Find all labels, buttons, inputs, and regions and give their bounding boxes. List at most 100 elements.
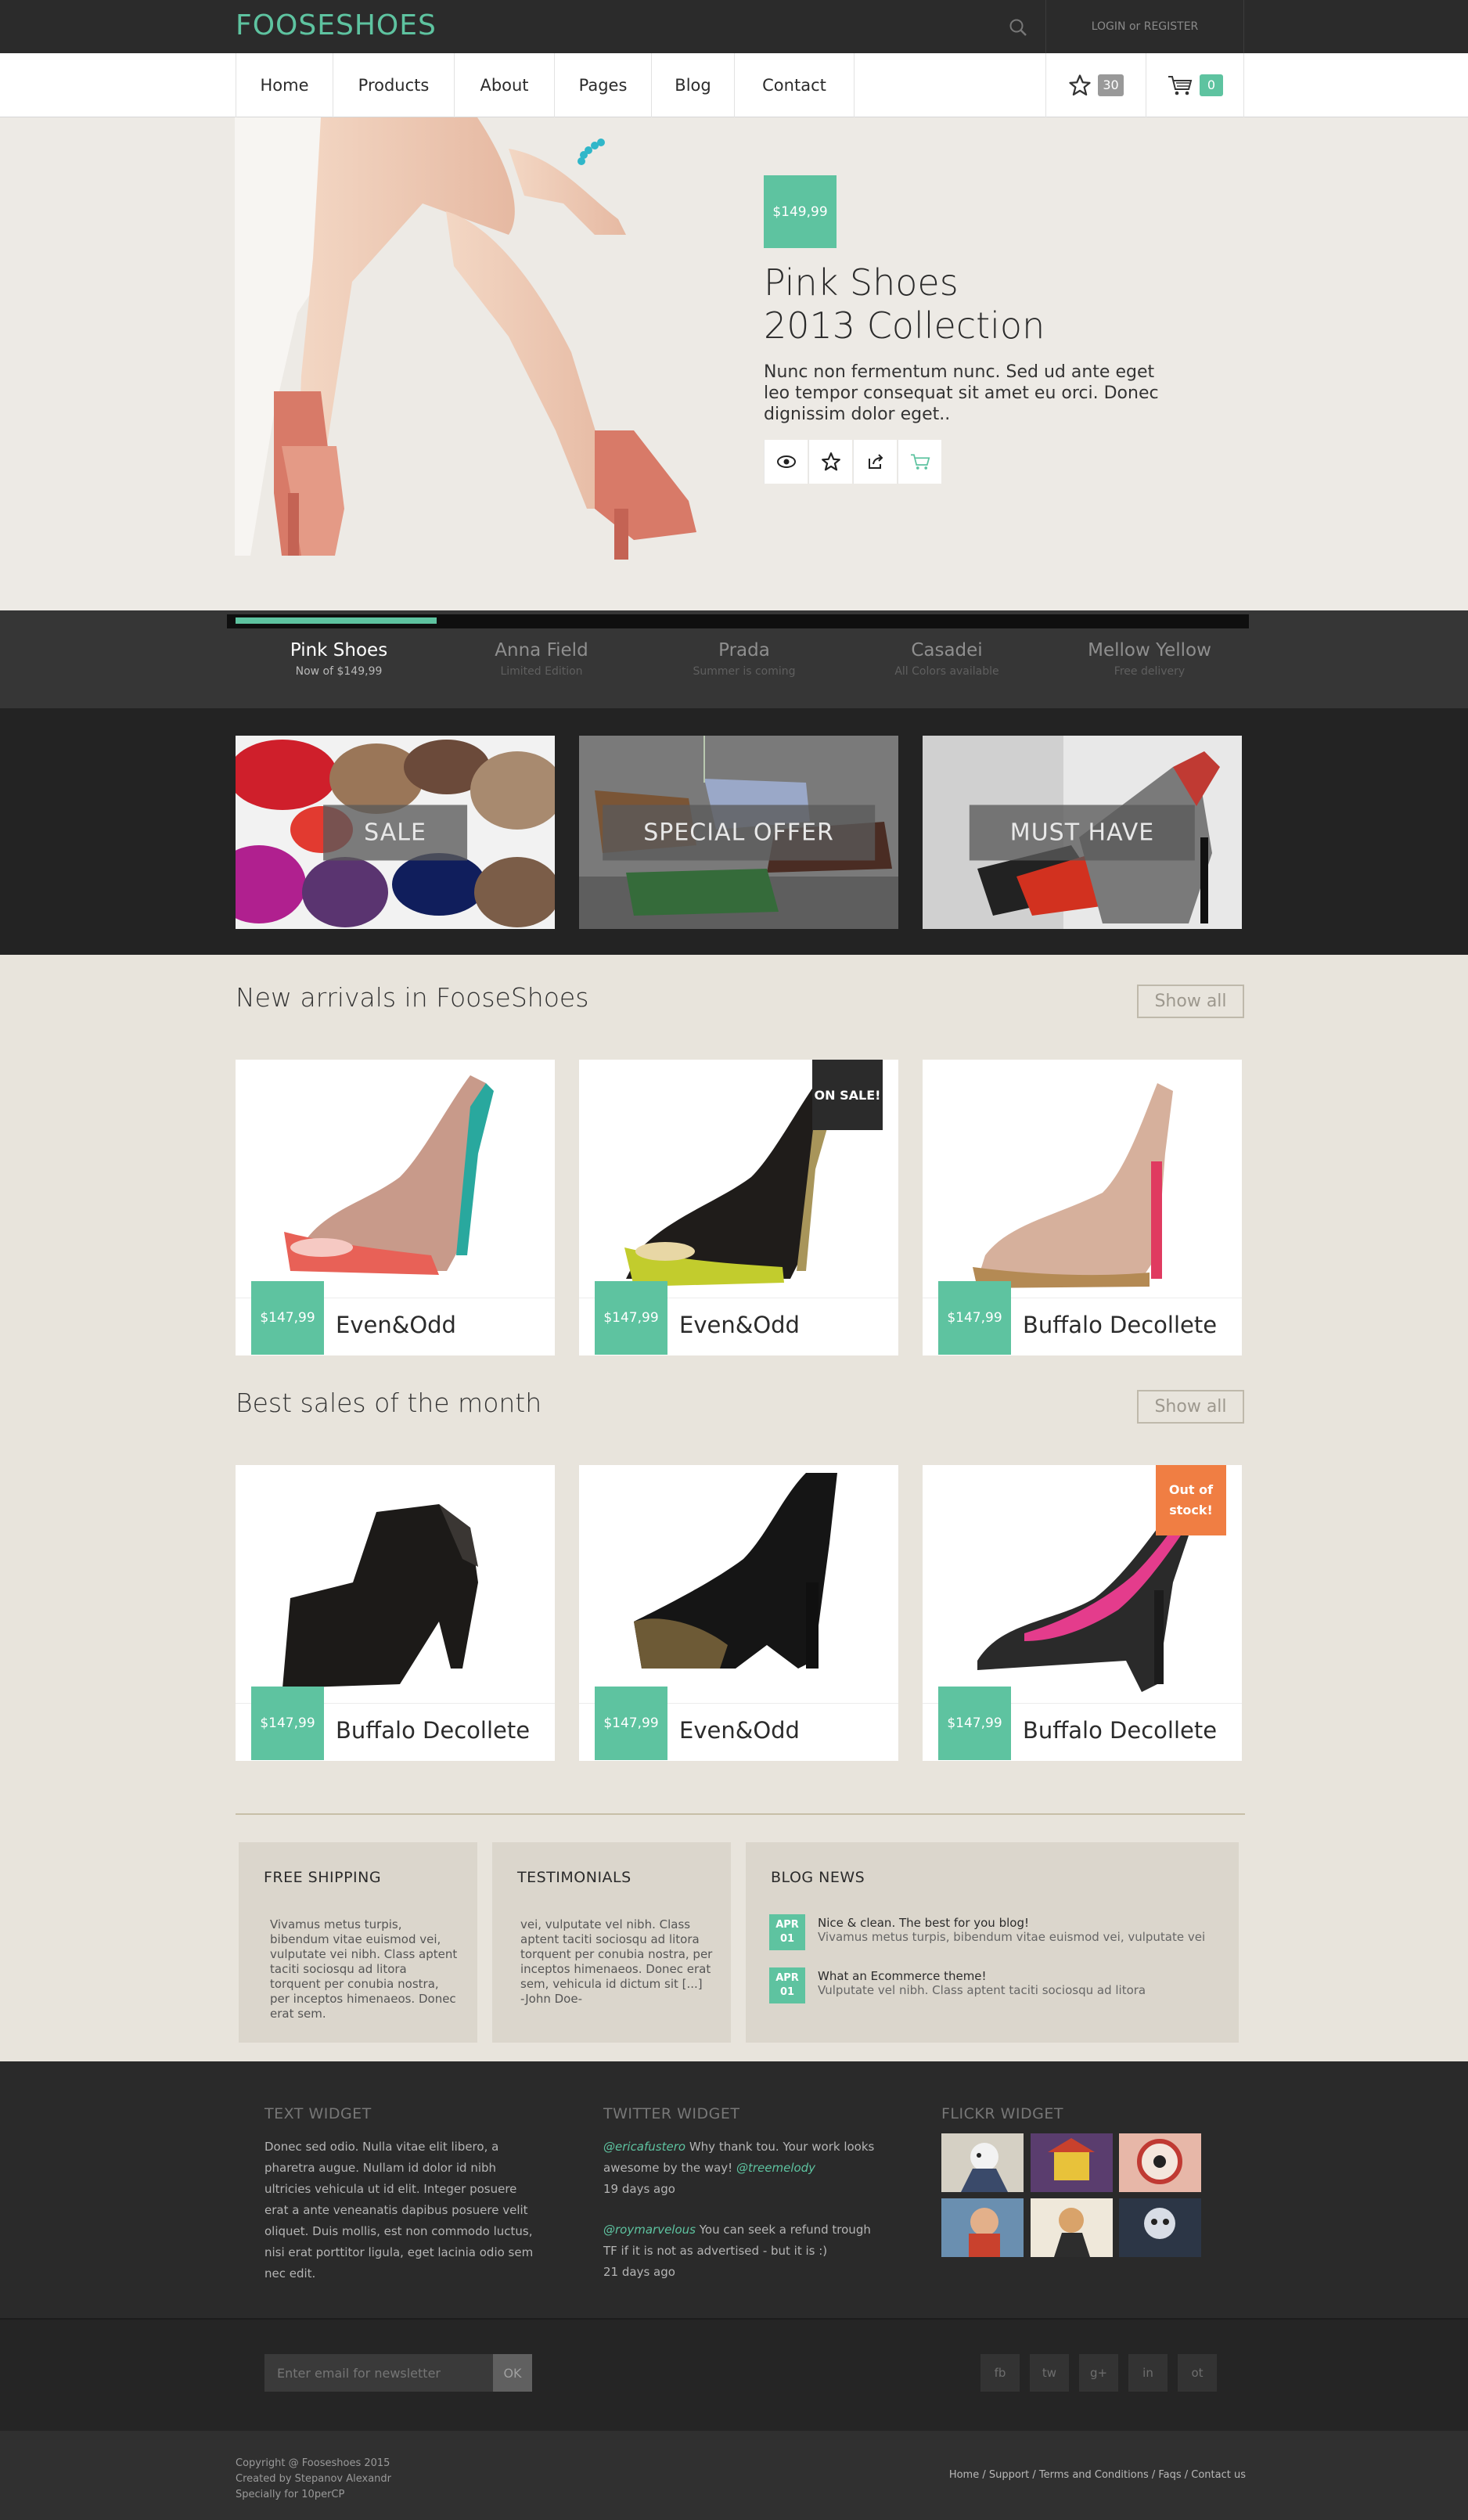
- quick-view-button[interactable]: [764, 440, 808, 484]
- slider-tab-subtitle: All Colors available: [894, 665, 999, 678]
- product-name[interactable]: Even&Odd: [679, 1309, 800, 1341]
- product-card[interactable]: Out of stock! $147,99 Buffalo Decollete: [923, 1465, 1242, 1761]
- newsletter-email-input[interactable]: [264, 2354, 493, 2392]
- blog-news-item[interactable]: APR 01 Nice & clean. The best for you blo…: [769, 1914, 1223, 1953]
- login-register-link[interactable]: LOGIN or REGISTER: [1045, 0, 1244, 53]
- news-date-badge: APR 01: [769, 1914, 805, 1950]
- slider-tab-title: Mellow Yellow: [1088, 640, 1211, 661]
- flickr-thumbnail[interactable]: [1031, 2198, 1113, 2257]
- news-date-badge: APR 01: [769, 1967, 805, 2003]
- copyright-text: Copyright @ Fooseshoes 2015 Created by S…: [236, 2457, 392, 2500]
- blog-news-box: BLOG NEWS APR 01 Nice & clean. The best f…: [746, 1842, 1239, 2043]
- search-icon[interactable]: [1008, 17, 1028, 38]
- flickr-thumbnail[interactable]: [1119, 2198, 1201, 2257]
- product-name[interactable]: Buffalo Decollete: [336, 1715, 530, 1746]
- twitter-link[interactable]: tw: [1030, 2354, 1069, 2392]
- promo-sale[interactable]: SALE: [236, 736, 555, 929]
- flickr-thumbnail[interactable]: [1119, 2133, 1201, 2192]
- slider-tab-subtitle: Summer is coming: [693, 665, 796, 678]
- promo-special-offer[interactable]: SPECIAL OFFER: [579, 736, 898, 929]
- product-image: [973, 1083, 1173, 1288]
- product-card[interactable]: $147,99 Buffalo Decollete: [923, 1060, 1242, 1355]
- news-date-month: APR: [775, 1919, 799, 1931]
- blog-news-item[interactable]: APR 01 What an Ecommerce theme! Vulputate…: [769, 1967, 1223, 2007]
- linkedin-link[interactable]: in: [1128, 2354, 1168, 2392]
- text-widget-title: TEXT WIDGET: [264, 2105, 372, 2122]
- testimonials-text: vei, vulputate vel nibh. Class aptent ta…: [520, 1917, 714, 2007]
- product-name[interactable]: Even&Odd: [679, 1715, 800, 1746]
- best-sales-title: Best sales of the month: [236, 1388, 542, 1418]
- product-info: $147,99 Even&Odd: [579, 1281, 898, 1355]
- newsletter-submit-button[interactable]: OK: [493, 2354, 532, 2392]
- product-card[interactable]: $147,99 Buffalo Decollete: [236, 1465, 555, 1761]
- nav-blog[interactable]: Blog: [651, 53, 734, 117]
- product-card[interactable]: $147,99 Even&Odd: [579, 1465, 898, 1761]
- slider-tab-mellow-yellow[interactable]: Mellow Yellow Free delivery: [1049, 638, 1250, 680]
- tweet-mention-link[interactable]: @treemelody: [736, 2161, 815, 2175]
- best-sales-show-all-button[interactable]: Show all: [1137, 1390, 1244, 1424]
- price-tag: $147,99: [595, 1281, 667, 1355]
- add-to-cart-button[interactable]: [898, 440, 941, 484]
- promo-must-have[interactable]: MUST HAVE: [923, 736, 1242, 929]
- promo-label: SPECIAL OFFER: [603, 805, 875, 860]
- blog-news-title: BLOG NEWS: [771, 1869, 865, 1886]
- wishlist-button[interactable]: 30: [1045, 53, 1146, 117]
- footer-links[interactable]: Home / Support / Terms and Conditions / …: [949, 2469, 1246, 2481]
- nav-about[interactable]: About: [454, 53, 554, 117]
- facebook-link[interactable]: fb: [980, 2354, 1020, 2392]
- nav-pages[interactable]: Pages: [554, 53, 651, 117]
- section-divider: [236, 1813, 1245, 1815]
- flickr-widget-title: FLICKR WIDGET: [941, 2105, 1063, 2122]
- news-excerpt: Vulputate vel nibh. Class aptent taciti …: [818, 1983, 1146, 1997]
- product-image: [282, 1504, 478, 1688]
- slider-tab-casadei[interactable]: Casadei All Colors available: [846, 638, 1048, 680]
- product-card[interactable]: ON SALE! $147,99 Even&Odd: [579, 1060, 898, 1355]
- tweet: @ericafustero Why thank tou. Your work l…: [603, 2137, 885, 2200]
- slider-tab-title: Prada: [718, 640, 770, 661]
- slider-tab-anna-field[interactable]: Anna Field Limited Edition: [441, 638, 642, 680]
- product-card[interactable]: $147,99 Even&Odd: [236, 1060, 555, 1355]
- product-name[interactable]: Buffalo Decollete: [1023, 1715, 1217, 1746]
- slider-tab-prada[interactable]: Prada Summer is coming: [643, 638, 845, 680]
- nav-home[interactable]: Home: [236, 53, 333, 117]
- flickr-thumbnail[interactable]: [1031, 2133, 1113, 2192]
- google-plus-link[interactable]: g+: [1079, 2354, 1118, 2392]
- star-icon: [821, 452, 840, 471]
- slider-tab-subtitle: Limited Edition: [500, 665, 583, 678]
- add-to-wishlist-button[interactable]: [808, 440, 852, 484]
- site-logo[interactable]: FOOSESHOES: [236, 8, 437, 44]
- slider-tab-pink-shoes[interactable]: Pink Shoes Now of $149,99: [238, 638, 440, 680]
- hero-banner: [0, 117, 1468, 610]
- other-social-link[interactable]: ot: [1178, 2354, 1217, 2392]
- news-date-day: 01: [779, 1986, 795, 1998]
- nav-products[interactable]: Products: [333, 53, 454, 117]
- product-info: $147,99 Even&Odd: [579, 1687, 898, 1761]
- news-date-month: APR: [775, 1972, 799, 1984]
- product-name[interactable]: Buffalo Decollete: [1023, 1309, 1217, 1341]
- testimonials-box: TESTIMONIALS vei, vulputate vel nibh. Cl…: [492, 1842, 731, 2043]
- news-title[interactable]: Nice & clean. The best for you blog!: [818, 1916, 1029, 1930]
- product-info: $147,99 Buffalo Decollete: [923, 1687, 1242, 1761]
- share-button[interactable]: [853, 440, 897, 484]
- price-tag: $147,99: [251, 1687, 324, 1760]
- new-arrivals-show-all-button[interactable]: Show all: [1137, 985, 1244, 1018]
- nav-contact[interactable]: Contact: [734, 53, 855, 117]
- product-info: $147,99 Buffalo Decollete: [236, 1687, 555, 1761]
- slider-tab-title: Anna Field: [495, 640, 588, 661]
- product-image: [284, 1075, 494, 1275]
- eye-icon: [776, 455, 796, 468]
- news-title[interactable]: What an Ecommerce theme!: [818, 1969, 987, 1983]
- promo-label: MUST HAVE: [969, 805, 1196, 860]
- free-shipping-title: FREE SHIPPING: [264, 1869, 382, 1886]
- newsletter-band: [0, 2318, 1468, 2431]
- flickr-thumbnail[interactable]: [941, 2198, 1024, 2257]
- cart-icon: [910, 454, 930, 470]
- product-name[interactable]: Even&Odd: [336, 1309, 456, 1341]
- cart-button[interactable]: 0: [1146, 53, 1244, 117]
- tweet-time: 19 days ago: [603, 2182, 675, 2196]
- testimonial-quote: vei, vulputate vel nibh. Class aptent ta…: [520, 1917, 713, 1991]
- on-sale-badge: ON SALE!: [812, 1060, 883, 1130]
- tweet-user-link[interactable]: @ericafustero: [603, 2140, 685, 2154]
- flickr-thumbnail[interactable]: [941, 2133, 1024, 2192]
- tweet-user-link[interactable]: @roymarvelous: [603, 2223, 696, 2237]
